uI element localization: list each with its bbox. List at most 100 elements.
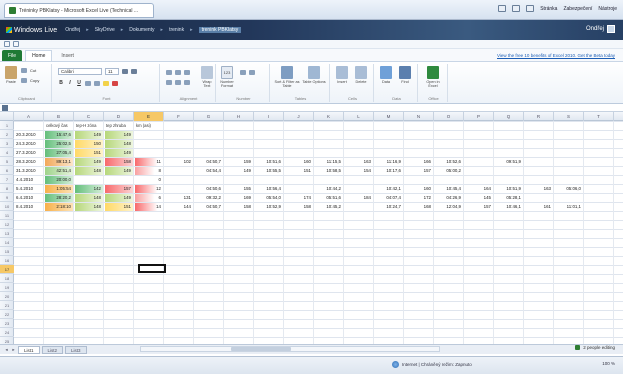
windows-live-logo[interactable]: Windows Live: [6, 27, 57, 34]
column-header-a[interactable]: A: [14, 112, 44, 121]
distance-cell[interactable]: 11: [135, 158, 163, 166]
row-header-20[interactable]: 20: [0, 292, 14, 301]
cell[interactable]: 04:54,4: [195, 167, 223, 175]
print-icon[interactable]: [526, 5, 535, 12]
editing-status[interactable]: 2 people editing: [575, 345, 615, 350]
row-header-8[interactable]: 8: [0, 184, 14, 193]
horizontal-scrollbar[interactable]: [140, 346, 440, 352]
cell[interactable]: 10:45,4: [435, 185, 463, 193]
scrollbar-thumb[interactable]: [231, 347, 291, 351]
cell[interactable]: 149: [225, 167, 253, 175]
cell[interactable]: 10:42,1: [375, 185, 403, 193]
column-header-f[interactable]: F: [164, 112, 194, 121]
breadcrumb-user[interactable]: Ondřej: [65, 27, 80, 33]
heart-rate-cell[interactable]: 149: [75, 158, 103, 166]
row-header-23[interactable]: 23: [0, 319, 14, 328]
date-cell[interactable]: 27.3.2010: [15, 149, 43, 157]
decrease-decimal-icon[interactable]: [249, 70, 255, 75]
cell[interactable]: 166: [405, 158, 433, 166]
cell-area[interactable]: celkový čas tep-H zóna tep zhruba km (asi) 2…: [14, 121, 623, 344]
data-button[interactable]: Data: [379, 66, 393, 84]
date-cell[interactable]: 5.4.2010: [15, 185, 43, 193]
column-header-g[interactable]: G: [194, 112, 224, 121]
column-header-m[interactable]: M: [374, 112, 404, 121]
security-zone[interactable]: Internet | Chráněný režim: Zapnuto: [392, 361, 472, 368]
row-header-16[interactable]: 16: [0, 256, 14, 265]
cell[interactable]: 89:13,1: [45, 158, 73, 166]
heart-rate-cell[interactable]: 148: [75, 167, 103, 175]
cell[interactable]: 10:46,1: [495, 203, 523, 211]
cell[interactable]: 25:02,5: [45, 140, 73, 148]
tab-home[interactable]: Home: [25, 50, 53, 61]
date-cell[interactable]: 8.4.2010: [15, 203, 43, 211]
align-middle-icon[interactable]: [175, 70, 181, 75]
header-cell[interactable]: tep zhruba: [105, 122, 135, 130]
underline-icon[interactable]: U: [76, 80, 82, 86]
cell[interactable]: 10:51,6: [255, 158, 283, 166]
heart-rate-cell[interactable]: 148: [75, 194, 103, 202]
cell[interactable]: 04:07,4: [375, 194, 403, 202]
cell[interactable]: 10:56,4: [255, 185, 283, 193]
open-in-excel-button[interactable]: Open in Excel: [426, 66, 440, 88]
column-header-j[interactable]: J: [284, 112, 314, 121]
strikethrough-icon[interactable]: [85, 80, 91, 86]
row-header-4[interactable]: 4: [0, 148, 14, 157]
copy-button[interactable]: Copy: [21, 78, 39, 83]
date-cell[interactable]: 4.4.2010: [15, 176, 43, 184]
promo-link[interactable]: View the free 10 benefits of Excel 2010.…: [497, 53, 615, 58]
cell[interactable]: 160: [285, 158, 313, 166]
heart-rate-cell[interactable]: 149: [75, 131, 103, 139]
heart-rate-cell[interactable]: 151: [105, 203, 133, 211]
cell[interactable]: 174: [285, 194, 313, 202]
first-sheet-icon[interactable]: ◂: [4, 347, 9, 353]
column-header-h[interactable]: H: [224, 112, 254, 121]
breadcrumb-folder[interactable]: trenink: [169, 27, 184, 33]
sheet-tab-list2[interactable]: List2: [41, 345, 64, 354]
borders-icon[interactable]: [94, 80, 100, 86]
cell[interactable]: 168: [405, 203, 433, 211]
cell[interactable]: 10:52,6: [435, 158, 463, 166]
heart-rate-cell[interactable]: 149: [105, 194, 133, 202]
select-all-corner[interactable]: [0, 112, 14, 121]
cell[interactable]: 144: [165, 203, 193, 211]
font-size-select[interactable]: 11: [105, 68, 119, 75]
row-header-2[interactable]: 2: [0, 130, 14, 139]
cut-button[interactable]: Cut: [21, 68, 36, 73]
delete-cells-button[interactable]: Delete: [354, 66, 368, 84]
italic-icon[interactable]: I: [67, 80, 73, 86]
cell[interactable]: 27:05,4: [45, 149, 73, 157]
column-header-q[interactable]: Q: [494, 112, 524, 121]
row-header-22[interactable]: 22: [0, 310, 14, 319]
font-name-select[interactable]: Calibri: [58, 68, 102, 75]
cell[interactable]: 04:50,7: [195, 203, 223, 211]
date-cell[interactable]: 24.3.2010: [15, 140, 43, 148]
row-header-24[interactable]: 24: [0, 328, 14, 337]
date-cell[interactable]: 20.3.2010: [15, 131, 43, 139]
row-header-19[interactable]: 19: [0, 283, 14, 292]
column-header-r[interactable]: R: [524, 112, 554, 121]
tab-file[interactable]: File: [2, 50, 23, 61]
row-header-7[interactable]: 7: [0, 175, 14, 184]
breadcrumb-skydrive[interactable]: SkyDrive: [95, 27, 115, 33]
date-cell[interactable]: 28.3.2010: [15, 158, 43, 166]
cell[interactable]: 05:51,6: [315, 194, 343, 202]
cell[interactable]: 09:51,9: [495, 158, 523, 166]
paste-button[interactable]: Paste: [4, 66, 18, 84]
zoom-level[interactable]: 100 %: [602, 361, 615, 366]
cell[interactable]: 131: [165, 194, 193, 202]
tools-menu[interactable]: Nástroje: [598, 6, 617, 12]
header-cell[interactable]: km (asi): [135, 122, 165, 130]
cell[interactable]: 10:55,5: [255, 167, 283, 175]
fill-color-icon[interactable]: [103, 80, 109, 86]
cell[interactable]: 157: [405, 167, 433, 175]
distance-cell[interactable]: 12: [135, 185, 163, 193]
cell[interactable]: 10:44,2: [315, 185, 343, 193]
align-center-icon[interactable]: [175, 80, 181, 85]
cell[interactable]: 10:52,9: [255, 203, 283, 211]
browser-tab[interactable]: Tréninky PBKlatsy - Microsoft Excel Live…: [4, 3, 154, 18]
last-sheet-icon[interactable]: ▸: [11, 347, 16, 353]
date-cell[interactable]: 31.3.2010: [15, 167, 43, 175]
align-right-icon[interactable]: [184, 80, 190, 85]
column-header-i[interactable]: I: [254, 112, 284, 121]
row-header-14[interactable]: 14: [0, 238, 14, 247]
